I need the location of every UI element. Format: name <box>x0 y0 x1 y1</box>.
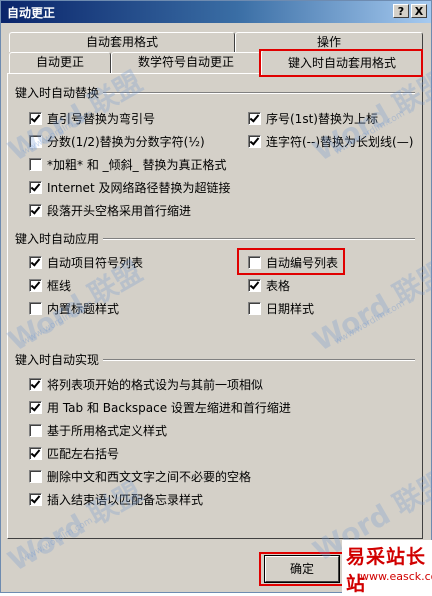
option-fractions[interactable]: 分数(1/2)替换为分数字符(½) <box>29 133 205 149</box>
checkbox-bold-italic[interactable] <box>29 157 42 171</box>
tab-actions[interactable]: 操作 <box>235 32 423 52</box>
checkbox-tab-backspace[interactable] <box>29 400 42 414</box>
option-ordinals-superscript[interactable]: 序号(1st)替换为上标 <box>248 110 378 126</box>
option-tab-backspace[interactable]: 用 Tab 和 Backspace 设置左缩进和首行缩进 <box>29 399 291 415</box>
checkbox-match-brackets[interactable] <box>29 446 42 460</box>
option-auto-bullets[interactable]: 自动项目符号列表 <box>29 254 143 270</box>
option-match-brackets[interactable]: 匹配左右括号 <box>29 445 119 461</box>
option-straight-quotes[interactable]: 直引号替换为弯引号 <box>29 110 155 126</box>
checkbox-remove-spaces[interactable] <box>29 469 42 483</box>
option-borders[interactable]: 框线 <box>29 277 71 293</box>
option-bold-italic[interactable]: *加粗* 和 _倾斜_ 替换为真正格式 <box>29 156 226 172</box>
option-date-styles[interactable]: 日期样式 <box>248 300 314 316</box>
tab-math-autocorrect[interactable]: 数学符号自动更正 <box>111 52 261 73</box>
checkbox-hyphens[interactable] <box>248 134 261 148</box>
window-title: 自动更正 <box>7 6 56 20</box>
brand-name: 易采站长站 <box>346 546 427 595</box>
option-first-indent[interactable]: 段落开头空格采用首行缩进 <box>29 202 191 218</box>
option-remove-spaces[interactable]: 删除中文和西文文字之间不必要的空格 <box>29 468 251 484</box>
checkbox-list-format[interactable] <box>29 377 42 391</box>
checkbox-tables[interactable] <box>248 278 261 292</box>
option-list-format[interactable]: 将列表项开始的格式设为与其前一项相似 <box>29 376 263 392</box>
checkbox-ordinals[interactable] <box>248 111 261 125</box>
checkbox-straight-quotes[interactable] <box>29 111 42 125</box>
option-define-styles[interactable]: 基于所用格式定义样式 <box>29 422 167 438</box>
ok-button[interactable]: 确定 <box>264 555 340 583</box>
tab-autocorrect[interactable]: 自动更正 <box>9 52 111 73</box>
option-memo-closing[interactable]: 插入结束语以匹配备忘录样式 <box>29 491 203 507</box>
close-button[interactable]: X <box>411 4 427 18</box>
group-title-replace: 键入时自动替换 <box>15 84 104 101</box>
option-auto-numbering[interactable]: 自动编号列表 <box>248 254 338 270</box>
checkbox-memo-closing[interactable] <box>29 492 42 506</box>
group-title-implement: 键入时自动实现 <box>15 351 104 368</box>
option-hyphens-dash[interactable]: 连字符(--)替换为长划线(—) <box>248 133 413 149</box>
checkbox-first-indent[interactable] <box>29 203 42 217</box>
option-hyperlinks[interactable]: Internet 及网络路径替换为超链接 <box>29 179 230 195</box>
checkbox-auto-numbering[interactable] <box>248 255 261 269</box>
checkbox-auto-bullets[interactable] <box>29 255 42 269</box>
help-button[interactable]: ? <box>393 4 409 18</box>
tab-autoformat-as-you-type[interactable]: 键入时自动套用格式 <box>261 50 423 75</box>
checkbox-fractions[interactable] <box>29 134 42 148</box>
checkbox-hyperlinks[interactable] <box>29 180 42 194</box>
checkbox-heading-styles[interactable] <box>29 301 42 315</box>
option-heading-styles[interactable]: 内置标题样式 <box>29 300 119 316</box>
checkbox-define-styles[interactable] <box>29 423 42 437</box>
brand-overlay: 易采站长站 www.easck.com <box>342 540 432 595</box>
checkbox-date-styles[interactable] <box>248 301 261 315</box>
option-tables[interactable]: 表格 <box>248 277 290 293</box>
brand-url: www.easck.com <box>360 570 432 583</box>
checkbox-borders[interactable] <box>29 278 42 292</box>
tab-autoformat[interactable]: 自动套用格式 <box>9 32 235 52</box>
group-title-apply: 键入时自动应用 <box>15 230 104 247</box>
title-bar[interactable]: 自动更正 ? X <box>1 1 431 23</box>
autocorrect-dialog: 自动更正 ? X 自动套用格式 操作 自动更正 数学符号自动更正 键入时自动套用… <box>0 0 432 593</box>
